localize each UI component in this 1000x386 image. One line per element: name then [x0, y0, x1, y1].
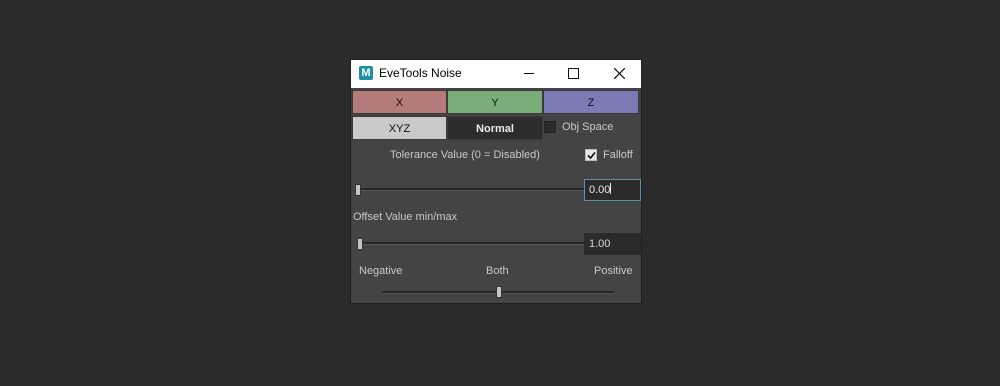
- falloff-label: Falloff: [603, 149, 633, 161]
- normal-button[interactable]: Normal: [447, 116, 543, 140]
- offset-value-field[interactable]: 1.00: [584, 233, 641, 255]
- both-label: Both: [486, 265, 509, 277]
- evetools-noise-window: M EveTools Noise X Y Z XYZ Normal Obj Sp…: [350, 59, 642, 304]
- close-icon: [614, 68, 625, 79]
- close-button[interactable]: [597, 60, 641, 88]
- maximize-button[interactable]: [551, 60, 595, 88]
- minimize-button[interactable]: [507, 60, 551, 88]
- falloff-checkbox[interactable]: [585, 149, 597, 161]
- obj-space-checkbox[interactable]: [544, 121, 556, 133]
- offset-slider-handle[interactable]: [357, 238, 363, 250]
- window-title: EveTools Noise: [379, 66, 462, 80]
- positive-label: Positive: [594, 265, 633, 277]
- offset-slider-track[interactable]: [357, 242, 585, 245]
- offset-label: Offset Value min/max: [353, 211, 458, 223]
- negative-label: Negative: [359, 265, 403, 277]
- obj-space-label: Obj Space: [562, 121, 614, 133]
- direction-slider-handle[interactable]: [496, 286, 502, 298]
- tolerance-label: Tolerance Value (0 = Disabled): [390, 149, 540, 161]
- title-bar[interactable]: M EveTools Noise: [351, 60, 641, 88]
- y-axis-button[interactable]: Y: [447, 90, 543, 114]
- minimize-icon: [524, 73, 534, 74]
- z-axis-button[interactable]: Z: [543, 90, 639, 114]
- x-axis-button[interactable]: X: [352, 90, 447, 114]
- tolerance-slider-handle[interactable]: [355, 184, 361, 196]
- xyz-button[interactable]: XYZ: [352, 116, 447, 140]
- checkmark-icon: [587, 151, 596, 160]
- maya-app-icon: M: [359, 66, 373, 80]
- tolerance-slider-track[interactable]: [357, 188, 585, 191]
- tolerance-value-text: 0.00: [589, 184, 611, 196]
- maximize-icon: [568, 68, 579, 79]
- text-caret: [610, 183, 612, 194]
- tolerance-value-field[interactable]: 0.00: [584, 179, 641, 201]
